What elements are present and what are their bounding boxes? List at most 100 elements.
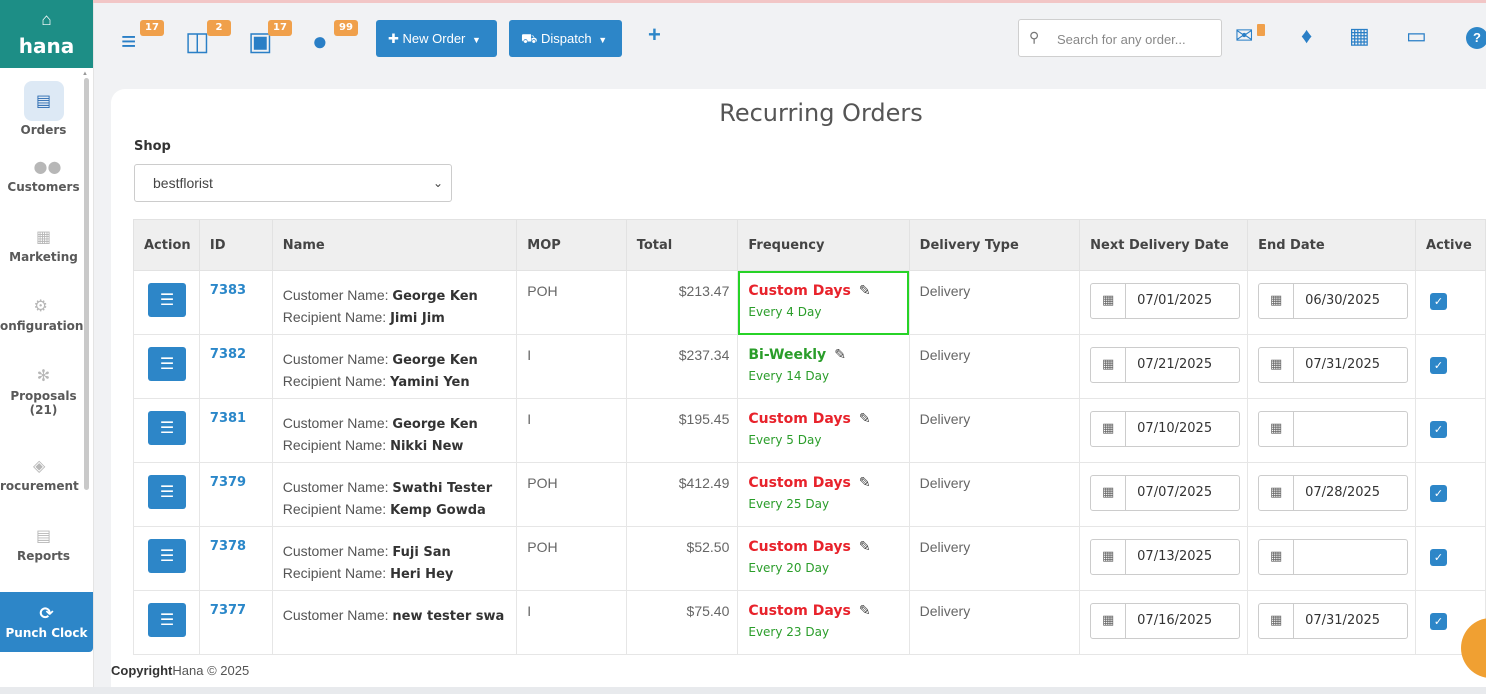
search-input[interactable]: [1055, 28, 1219, 50]
end-date-input[interactable]: ▦: [1258, 539, 1409, 575]
sidebar-item-marketing[interactable]: ▦ Marketing: [0, 227, 87, 264]
row-menu-button[interactable]: ☰: [148, 347, 186, 381]
chat-shortcut[interactable]: ● 99: [308, 20, 358, 60]
action-cell: ☰: [133, 334, 200, 399]
order-id-link[interactable]: 7381: [210, 411, 246, 426]
next-delivery-date-input[interactable]: ▦ 07/13/2025: [1090, 539, 1241, 575]
sidebar-item-reports[interactable]: ▤ Reports: [0, 526, 87, 563]
active-checkbox[interactable]: ✓: [1430, 613, 1448, 630]
frequency-interval: Every 5 Day: [748, 433, 822, 447]
sidebar-item-label: rocurement: [0, 479, 79, 493]
sidebar-item-customers[interactable]: ●● Customers: [0, 157, 87, 194]
end-date-value: 07/28/2025: [1305, 485, 1381, 500]
end-date-input[interactable]: ▦ 07/28/2025: [1258, 475, 1409, 511]
name-cell: Customer Name: George Ken Recipient Name:…: [271, 334, 518, 399]
order-id-link[interactable]: 7382: [210, 347, 246, 362]
mail-icon[interactable]: ✉: [1235, 23, 1253, 49]
next-delivery-date-input[interactable]: ▦ 07/21/2025: [1090, 347, 1241, 383]
next-delivery-date-value: 07/07/2025: [1137, 485, 1213, 500]
end-date-input[interactable]: ▦ 07/31/2025: [1258, 347, 1409, 383]
row-menu-button[interactable]: ☰: [148, 603, 186, 637]
documents-shortcut[interactable]: ▣ 17: [244, 20, 292, 60]
end-date-value: 07/31/2025: [1305, 357, 1381, 372]
end-date-input[interactable]: ▦ 07/31/2025: [1258, 603, 1409, 639]
next-delivery-cell: ▦ 07/07/2025: [1079, 462, 1249, 527]
order-id-link[interactable]: 7377: [210, 603, 246, 618]
menu-icon: ☰: [159, 418, 175, 437]
active-checkbox[interactable]: ✓: [1430, 357, 1448, 374]
sidebar-item-proposals[interactable]: ✻ Proposals (21): [0, 366, 87, 417]
dispatch-button[interactable]: ⛟ Dispatch ▼: [509, 20, 622, 57]
new-order-button[interactable]: ✚ New Order ▼: [376, 20, 497, 57]
orders-icon: ▤: [35, 91, 52, 110]
edit-icon[interactable]: ✎: [859, 283, 871, 299]
name-cell: Customer Name: George Ken Recipient Name:…: [271, 398, 518, 463]
name-cell: Customer Name: George Ken Recipient Name:…: [271, 270, 518, 335]
basket-shortcut[interactable]: ◫ 2: [181, 20, 231, 60]
mop-cell: POH: [516, 462, 627, 527]
edit-icon[interactable]: ✎: [859, 475, 871, 491]
next-delivery-date-input[interactable]: ▦ 07/07/2025: [1090, 475, 1241, 511]
next-delivery-date-input[interactable]: ▦ 07/10/2025: [1090, 411, 1241, 447]
check-icon: ✓: [1433, 423, 1444, 436]
calendar-icon: ▦: [1259, 604, 1295, 638]
edit-icon[interactable]: ✎: [859, 411, 871, 427]
punch-clock-label: Punch Clock: [5, 626, 88, 640]
order-search[interactable]: ⚲: [1018, 19, 1222, 57]
mop-value: POH: [527, 475, 558, 491]
bell-icon[interactable]: ♦: [1301, 23, 1312, 49]
frequency-cell: Custom Days ✎ Every 20 Day: [737, 526, 910, 591]
end-date-input[interactable]: ▦: [1258, 411, 1409, 447]
col-frequency: Frequency: [737, 219, 910, 271]
plus-icon: ✚: [388, 31, 399, 46]
end-date-cell: ▦: [1247, 398, 1417, 463]
delivery-type-value: Delivery: [919, 283, 971, 299]
edit-icon[interactable]: ✎: [859, 603, 871, 619]
recipient-prefix: Recipient Name:: [282, 373, 391, 389]
order-id-link[interactable]: 7378: [210, 539, 246, 554]
add-button[interactable]: +: [648, 22, 661, 48]
mop-cell: I: [516, 334, 627, 399]
col-mop: MOP: [516, 219, 627, 271]
order-id-link[interactable]: 7379: [210, 475, 246, 490]
calendar-icon[interactable]: ▦: [1349, 23, 1370, 49]
name-cell: Customer Name: new tester swa: [271, 590, 518, 655]
total-cell: $412.49: [625, 462, 739, 527]
mail-notification-dot: [1257, 24, 1265, 36]
total-cell: $195.45: [625, 398, 739, 463]
shop-select[interactable]: bestflorist ⌄: [134, 164, 452, 202]
next-delivery-cell: ▦ 07/13/2025: [1079, 526, 1249, 591]
calendar-icon: ▦: [1091, 348, 1127, 382]
help-icon[interactable]: ?: [1466, 27, 1486, 49]
edit-icon[interactable]: ✎: [834, 347, 846, 363]
main-panel: Recurring Orders Shop bestflorist ⌄ Acti…: [111, 89, 1486, 655]
active-checkbox[interactable]: ✓: [1430, 549, 1448, 566]
sidebar-item-procurement[interactable]: ◈ rocurement: [0, 456, 87, 493]
customer-prefix: Customer Name:: [282, 479, 393, 495]
scroll-up-arrow[interactable]: ▲: [82, 71, 88, 77]
basket-icon: ◫: [185, 26, 210, 56]
row-menu-button[interactable]: ☰: [148, 475, 186, 509]
active-checkbox[interactable]: ✓: [1430, 421, 1448, 438]
frequency-interval: Every 23 Day: [748, 625, 830, 639]
check-icon: ✓: [1433, 295, 1444, 308]
active-checkbox[interactable]: ✓: [1430, 485, 1448, 502]
order-id-link[interactable]: 7383: [210, 283, 246, 298]
row-menu-button[interactable]: ☰: [148, 539, 186, 573]
home-logo[interactable]: ⌂ hana: [0, 0, 93, 68]
row-menu-button[interactable]: ☰: [148, 283, 186, 317]
monitor-icon[interactable]: ▭: [1406, 23, 1427, 49]
next-delivery-date-input[interactable]: ▦ 07/16/2025: [1090, 603, 1241, 639]
sidebar-item-configuration[interactable]: ⚙ onfiguration: [0, 296, 87, 333]
active-checkbox[interactable]: ✓: [1430, 293, 1448, 310]
footer-text: Hana © 2025: [172, 663, 250, 678]
orders-list-shortcut[interactable]: ≡ 17: [117, 20, 164, 60]
row-menu-button[interactable]: ☰: [148, 411, 186, 445]
mop-value: I: [527, 411, 532, 427]
sidebar-item-orders[interactable]: ▤ Orders: [0, 81, 87, 137]
end-date-input[interactable]: ▦ 06/30/2025: [1258, 283, 1409, 319]
edit-icon[interactable]: ✎: [859, 539, 871, 555]
sidebar-scrollbar[interactable]: [84, 78, 89, 490]
punch-clock-button[interactable]: ⟳ Punch Clock: [0, 592, 93, 652]
next-delivery-date-input[interactable]: ▦ 07/01/2025: [1090, 283, 1241, 319]
